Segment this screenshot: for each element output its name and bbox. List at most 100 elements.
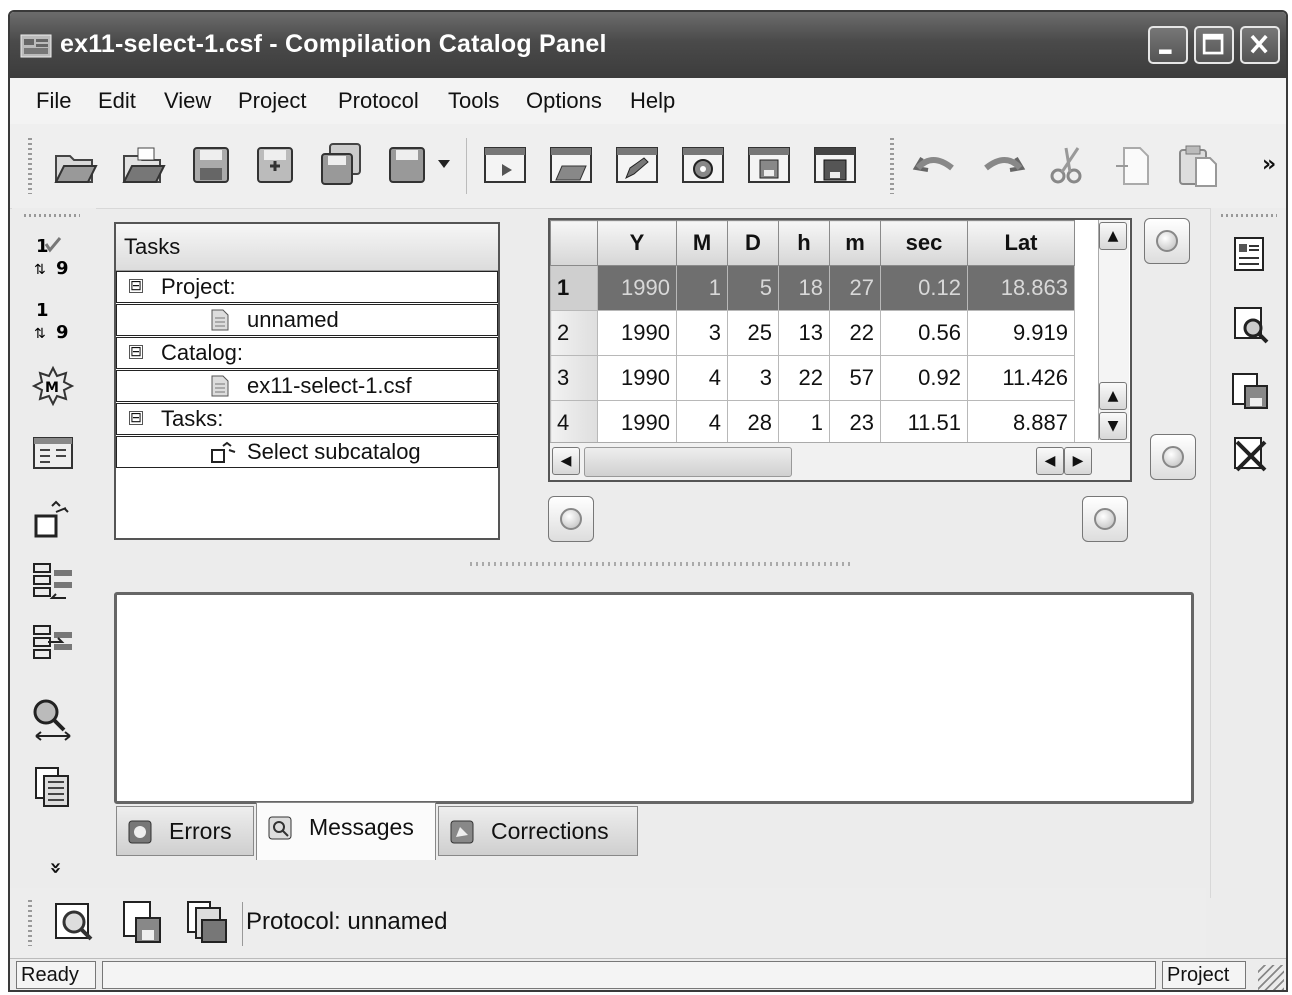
open-folder-button[interactable] [50,140,100,190]
window-open-button[interactable] [546,140,596,190]
collapse-toggle[interactable]: ⊟ [129,410,143,425]
table-cell[interactable]: 1990 [597,265,677,311]
table-goto-button[interactable] [1150,434,1196,480]
row-number[interactable]: 4 [550,400,598,446]
table-previous-button[interactable] [548,496,594,542]
table-view-button[interactable] [30,430,76,476]
table-cell[interactable]: 1 [778,400,830,446]
open-project-button[interactable] [118,140,168,190]
table-cell[interactable]: 22 [778,355,830,401]
preview-button[interactable] [1229,304,1271,346]
toolbar-grip-2[interactable] [890,138,894,194]
scroll-down-button[interactable]: ▼ [1099,412,1127,440]
delete-button[interactable] [1229,434,1271,476]
table-cell[interactable]: 28 [727,400,779,446]
table-cell[interactable]: 23 [829,400,881,446]
tree-node-select-subcatalog[interactable]: Select subcatalog [116,436,498,468]
save-dropdown-button[interactable] [384,140,454,190]
row-number[interactable]: 1 [550,265,598,311]
panel-splitter[interactable] [470,562,850,566]
table-cell[interactable]: 11.426 [967,355,1075,401]
column-header-h[interactable]: h [778,220,830,266]
row-number[interactable]: 2 [550,310,598,356]
table-cell[interactable]: 0.92 [880,355,968,401]
table-cell[interactable]: 0.56 [880,310,968,356]
minimize-button[interactable] [1148,26,1188,64]
right-toolbar-grip[interactable] [1221,214,1277,217]
protocol-save-as-button[interactable] [184,898,232,946]
table-cell[interactable]: 1990 [597,355,677,401]
export-button[interactable] [1229,370,1271,412]
table-cell[interactable]: 4 [676,355,728,401]
tree-node-catalog[interactable]: ⊟ Catalog: [116,337,498,369]
column-header-d[interactable]: D [727,220,779,266]
horizontal-scroll-thumb[interactable] [584,447,792,477]
table-cell[interactable]: 8.887 [967,400,1075,446]
toolbar-grip[interactable] [28,138,32,194]
magnitude-button[interactable]: M [30,364,76,410]
catalog-list-button[interactable] [30,764,76,810]
copy-button[interactable] [1110,140,1160,190]
undo-button[interactable] [910,140,960,190]
report-button[interactable] [1229,234,1271,276]
maximize-button[interactable] [1194,26,1234,64]
protocol-toolbar-grip[interactable] [28,900,32,946]
menu-options[interactable]: Options [522,86,606,116]
table-row[interactable]: 3 1990 4 3 22 57 0.92 11.426 [550,355,1075,401]
scroll-up-button-lower[interactable]: ▲ [1099,382,1127,410]
table-next-button[interactable] [1082,496,1128,542]
table-row[interactable]: 2 1990 3 25 13 22 0.56 9.919 [550,310,1075,356]
row-number[interactable]: 3 [550,355,598,401]
tree-node-catalog-file[interactable]: ex11-select-1.csf [116,370,498,402]
table-cell[interactable]: 27 [829,265,881,311]
table-cell[interactable]: 25 [727,310,779,356]
menu-project[interactable]: Project [234,86,310,116]
table-top-right-button[interactable] [1144,218,1190,264]
search-range-button[interactable] [30,696,76,742]
toolbar-overflow-button[interactable]: » [1262,152,1276,177]
table-horizontal-scrollbar[interactable]: ◀ ◀ ▶ [550,442,1130,480]
tree-node-project-name[interactable]: unnamed [116,304,498,336]
table-cell[interactable]: 3 [676,310,728,356]
scroll-up-button[interactable]: ▲ [1099,222,1127,250]
collapse-toggle[interactable]: ⊟ [129,344,143,359]
table-cell[interactable]: 1990 [597,310,677,356]
table-cell[interactable]: 1990 [597,400,677,446]
table-cell[interactable]: 18 [778,265,830,311]
tab-errors[interactable]: Errors [116,806,254,856]
tree-node-project[interactable]: ⊟ Project: [116,271,498,303]
table-cell[interactable]: 1 [676,265,728,311]
menu-edit[interactable]: Edit [94,86,140,116]
menu-file[interactable]: File [32,86,75,116]
messages-panel[interactable] [114,592,1194,804]
paste-button[interactable] [1174,140,1224,190]
sort-ascending-button[interactable]: 1 ⇅ 9 [30,232,76,279]
tasks-panel-header[interactable]: Tasks [116,224,498,271]
cut-button[interactable] [1044,140,1094,190]
table-cell[interactable]: 4 [676,400,728,446]
tab-corrections[interactable]: Corrections [438,806,638,856]
left-toolbar-grip[interactable] [24,214,80,217]
table-row[interactable]: 1 1990 1 5 18 27 0.12 18.863 [550,265,1075,311]
protocol-view-button[interactable] [50,898,98,946]
resize-grip[interactable] [1258,965,1284,990]
window-new-button[interactable] [480,140,530,190]
select-subcatalog-button[interactable] [30,498,76,544]
merge-right-button[interactable] [30,622,76,668]
sort-numbers-button[interactable]: 1 ⇅ 9 [30,296,76,343]
scroll-left-button[interactable]: ◀ [552,447,580,475]
table-cell[interactable]: 9.919 [967,310,1075,356]
window-save-as-button[interactable] [810,140,860,190]
column-header-lat[interactable]: Lat [967,220,1075,266]
menu-help[interactable]: Help [626,86,679,116]
table-vertical-scrollbar[interactable]: ▲ ▲ ▼ [1098,220,1129,440]
window-settings-button[interactable] [678,140,728,190]
table-cell[interactable]: 18.863 [967,265,1075,311]
column-header-rownum[interactable] [550,220,598,266]
table-cell[interactable]: 57 [829,355,881,401]
menu-tools[interactable]: Tools [444,86,503,116]
save-as-button[interactable] [250,140,300,190]
collapse-toggle[interactable]: ⊟ [129,278,143,293]
window-edit-button[interactable] [612,140,662,190]
merge-left-button[interactable] [30,560,76,606]
